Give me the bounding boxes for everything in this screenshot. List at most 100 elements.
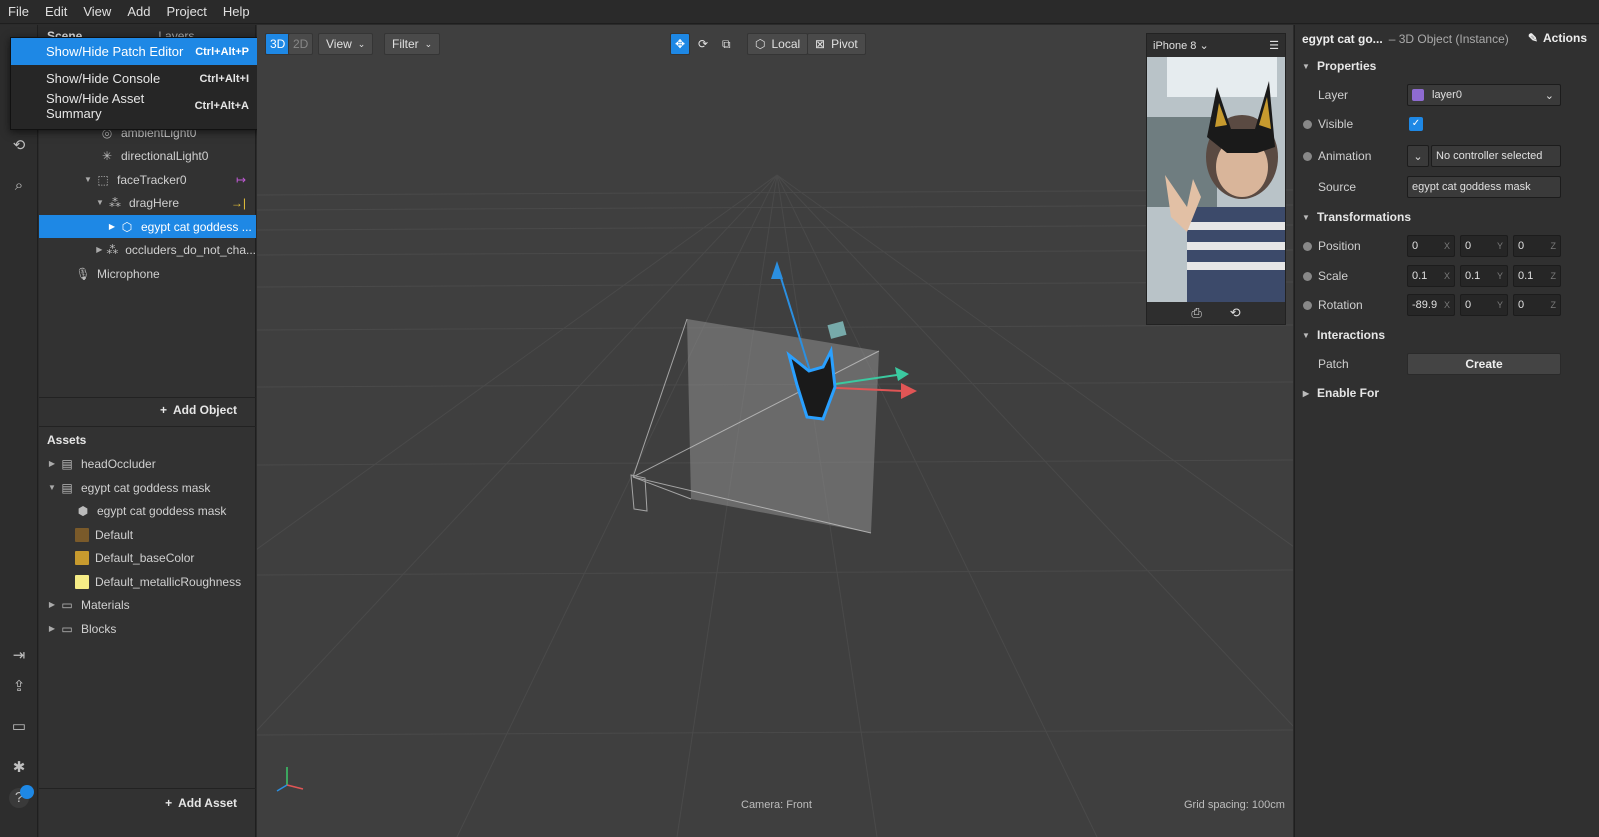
expand-arrow-icon[interactable]: ▶: [47, 600, 57, 609]
animation-select[interactable]: No controller selected: [1431, 145, 1561, 167]
interactions-section[interactable]: ▼ Interactions: [1295, 323, 1599, 347]
pivot-button[interactable]: ⊠ Pivot: [807, 33, 866, 55]
position-row: Position 0X 0Y 0Z: [1295, 232, 1599, 260]
collapse-arrow-icon[interactable]: ▼: [95, 198, 105, 207]
expand-arrow-icon[interactable]: ▶: [95, 245, 104, 254]
scale-z-value: 0.1: [1518, 270, 1534, 282]
folder-icon[interactable]: ▭: [9, 717, 29, 737]
asset-item-blocks[interactable]: ▶ ▭ Blocks: [39, 617, 256, 640]
expand-arrow-icon[interactable]: ▶: [107, 222, 117, 231]
filter-dropdown[interactable]: Filter ⌄: [384, 33, 441, 55]
link-icon[interactable]: [1303, 119, 1312, 129]
visible-checkbox[interactable]: ✓: [1409, 117, 1423, 131]
rotation-x-input[interactable]: -89.9 X: [1407, 294, 1455, 316]
position-z-input[interactable]: 0Z: [1513, 235, 1561, 257]
object-name: egypt cat go...: [1302, 32, 1383, 46]
local-button[interactable]: ⬡ Local: [747, 33, 809, 55]
chevron-down-icon: ⌄: [424, 38, 433, 49]
file-icon: ▤: [61, 480, 73, 495]
bug-icon[interactable]: ✱: [9, 758, 29, 778]
link-icon[interactable]: [1303, 271, 1312, 281]
link-icon[interactable]: [1303, 300, 1312, 310]
menu-edit[interactable]: Edit: [37, 0, 75, 24]
enable-for-section[interactable]: ▶ Enable For: [1295, 381, 1599, 405]
mode-2d-button[interactable]: 2D: [288, 33, 314, 55]
position-y-input[interactable]: 0Y: [1460, 235, 1508, 257]
chevron-down-icon: ⌄: [1544, 89, 1554, 102]
transformations-section[interactable]: ▼ Transformations: [1295, 205, 1599, 229]
menu-item-asset-summary[interactable]: Show/Hide Asset Summary Ctrl+Alt+A: [11, 91, 261, 121]
rotation-z-input[interactable]: 0Z: [1513, 294, 1561, 316]
link-icon[interactable]: [1303, 151, 1312, 161]
scene-viewport[interactable]: 3D 2D View ⌄ Filter ⌄ ✥ ⟳ ⧉ ⬡ Local ⊠ Pi…: [257, 25, 1293, 837]
menu-view[interactable]: View: [75, 0, 119, 24]
view-dropdown[interactable]: View ⌄: [318, 33, 374, 55]
expand-arrow-icon[interactable]: ▶: [47, 459, 57, 468]
menu-add[interactable]: Add: [119, 0, 158, 24]
section-title: Transformations: [1317, 210, 1412, 224]
import-icon[interactable]: ⇥: [9, 646, 29, 666]
properties-section[interactable]: ▼ Properties: [1295, 54, 1599, 78]
create-patch-button[interactable]: Create: [1407, 353, 1561, 375]
menu-item-shortcut: Ctrl+Alt+P: [195, 45, 249, 58]
asset-item-base-color[interactable]: Default_baseColor: [39, 546, 256, 569]
pivot-label: Pivot: [831, 37, 858, 51]
export-icon[interactable]: ⇪: [9, 677, 29, 697]
drag-link-icon[interactable]: →|: [231, 196, 246, 210]
rotation-y-input[interactable]: 0Y: [1460, 294, 1508, 316]
scale-tool-button[interactable]: ⧉: [718, 33, 735, 55]
layer-color-swatch: [1412, 89, 1424, 101]
material-icon: [75, 527, 89, 542]
asset-item-egypt-mask-mesh[interactable]: ⬢ egypt cat goddess mask: [39, 499, 256, 522]
menu-project[interactable]: Project: [158, 0, 214, 24]
move-tool-button[interactable]: ✥: [670, 33, 691, 55]
asset-item-metallic-roughness[interactable]: Default_metallicRoughness: [39, 570, 256, 593]
add-asset-button[interactable]: + Add Asset: [165, 796, 237, 810]
expand-arrow-icon[interactable]: ▶: [47, 624, 57, 633]
position-x-input[interactable]: 0X: [1407, 235, 1455, 257]
asset-item-head-occluder[interactable]: ▶ ▤ headOccluder: [39, 452, 256, 475]
scene-item-directional-light[interactable]: ✳ directionalLight0: [39, 144, 256, 167]
menu-file[interactable]: File: [0, 0, 37, 24]
scale-x-input[interactable]: 0.1 X: [1407, 265, 1455, 287]
scene-item-label: egypt cat goddess ...: [141, 219, 252, 234]
preview-header: iPhone 8 ⌄ ☰: [1147, 34, 1285, 56]
device-select[interactable]: iPhone 8 ⌄: [1153, 39, 1209, 52]
collapse-arrow-icon[interactable]: ▼: [47, 483, 57, 492]
rotate-tool-button[interactable]: ⟳: [694, 33, 712, 55]
collapse-arrow-icon[interactable]: ▼: [83, 175, 93, 184]
search-icon[interactable]: ⌕: [9, 176, 29, 196]
scene-item-egypt-cat[interactable]: ▶ ⬡ egypt cat goddess ...: [39, 215, 256, 238]
axis-y-label: Y: [1496, 241, 1503, 251]
menu-item-patch-editor[interactable]: Show/Hide Patch Editor Ctrl+Alt+P: [11, 38, 261, 65]
mode-3d-button[interactable]: 3D: [265, 33, 291, 55]
animation-dropdown-toggle[interactable]: ⌄: [1407, 145, 1429, 167]
axis-z-label: Z: [1550, 241, 1557, 251]
asset-item-materials[interactable]: ▶ ▭ Materials: [39, 593, 256, 616]
scale-y-value: 0.1: [1465, 270, 1481, 282]
rotation-label: Rotation: [1318, 298, 1363, 312]
source-field[interactable]: egypt cat goddess mask: [1407, 176, 1561, 198]
layer-select[interactable]: layer0 ⌄: [1407, 84, 1561, 106]
scene-item-face-tracker[interactable]: ▼ ⬚ faceTracker0 ↦: [39, 168, 256, 191]
scene-item-occluders[interactable]: ▶ ⁂ occluders_do_not_cha...: [39, 238, 256, 261]
scale-z-input[interactable]: 0.1 Z: [1513, 265, 1561, 287]
tracker-link-icon[interactable]: ↦: [236, 173, 246, 187]
actions-button[interactable]: ✎ Actions: [1528, 31, 1587, 45]
asset-item-label: headOccluder: [81, 456, 156, 471]
scene-item-drag-here[interactable]: ▼ ⁂ dragHere →|: [39, 191, 256, 214]
axis-y-label: Y: [1496, 271, 1503, 281]
menu-item-console[interactable]: Show/Hide Console Ctrl+Alt+I: [11, 65, 261, 92]
scene-item-microphone[interactable]: 🎙︎ Microphone: [39, 262, 256, 285]
add-object-button[interactable]: + Add Object: [160, 403, 237, 417]
sync-icon[interactable]: ⟲: [9, 136, 29, 156]
menu-icon[interactable]: ☰: [1269, 39, 1279, 52]
axis-y-label: Y: [1496, 300, 1503, 310]
asset-item-default[interactable]: Default: [39, 523, 256, 546]
menu-help[interactable]: Help: [215, 0, 258, 24]
link-icon[interactable]: [1303, 241, 1312, 251]
capture-icon[interactable]: ⎙: [1191, 305, 1201, 321]
rotate-device-icon[interactable]: ⟲: [1230, 305, 1241, 321]
asset-item-egypt-mask-file[interactable]: ▼ ▤ egypt cat goddess mask: [39, 476, 256, 499]
scale-y-input[interactable]: 0.1 Y: [1460, 265, 1508, 287]
